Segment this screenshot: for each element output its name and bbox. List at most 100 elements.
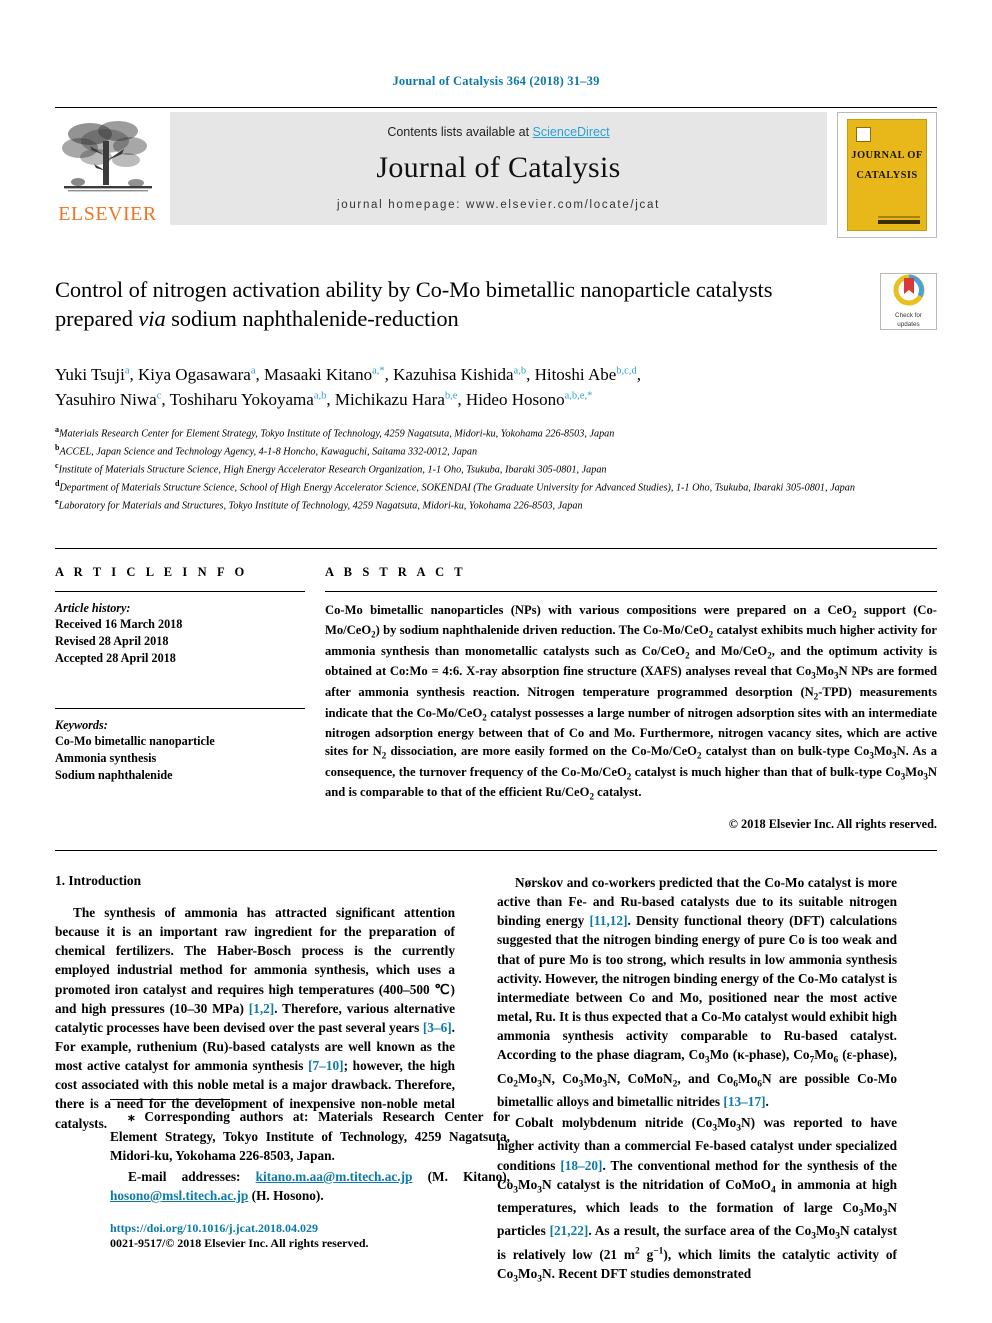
author-entry[interactable]: Yasuhiro Niwac — [55, 390, 161, 409]
author-affil-marks: a,b,e,* — [564, 389, 593, 401]
author-affil-marks: c — [156, 389, 162, 401]
journal-title: Journal of Catalysis — [376, 151, 621, 184]
citation-link[interactable]: [13–17] — [723, 1094, 765, 1109]
corresponding-marker: ⁎ — [128, 1109, 135, 1125]
doi-link[interactable]: https://doi.org/10.1016/j.jcat.2018.04.0… — [110, 1221, 510, 1236]
affiliation-text: Materials Research Center for Element St… — [59, 428, 615, 440]
journal-banner: Contents lists available at ScienceDirec… — [170, 112, 827, 225]
contents-prefix: Contents lists available at — [387, 125, 533, 139]
article-history-label: Article history: — [55, 600, 131, 615]
doi-block: https://doi.org/10.1016/j.jcat.2018.04.0… — [110, 1221, 510, 1251]
author-name: Hideo Hosono — [465, 389, 565, 409]
author-name: Yuki Tsuji — [55, 365, 125, 384]
crossmark-icon — [893, 274, 924, 306]
author-name: Masaaki Kitano — [263, 365, 373, 384]
citation-link[interactable]: [3–6] — [423, 1020, 452, 1035]
author-affil-marks: b,c,d — [616, 365, 637, 377]
author-name: Kazuhisa Kishida — [393, 365, 514, 384]
affiliation-list: aMaterials Research Center for Element S… — [55, 424, 935, 513]
citation-link[interactable]: [21,22] — [550, 1223, 589, 1238]
title-area: Control of nitrogen activation ability b… — [55, 273, 937, 345]
affiliation-item: aMaterials Research Center for Element S… — [55, 424, 935, 442]
right-paragraph-2: Cobalt molybdenum nitride (Co3Mo3N) was … — [497, 1115, 898, 1285]
keyword-item: Sodium naphthalenide — [55, 768, 173, 783]
cover-footer-marks — [878, 216, 920, 224]
email-note: E-mail addresses: kitano.m.aa@m.titech.a… — [110, 1167, 510, 1205]
cover-title-line1: JOURNAL OF — [851, 150, 923, 161]
crossmark-label-line1: Check for — [895, 312, 922, 319]
author-name: Michikazu Hara — [334, 389, 445, 409]
section-heading-introduction: 1. Introduction — [55, 873, 142, 889]
title-part-2: sodium naphthalenide-reduction — [165, 306, 459, 332]
title-italic-via: via — [138, 306, 166, 332]
journal-homepage[interactable]: journal homepage: www.elsevier.com/locat… — [170, 199, 827, 211]
author-name: Toshiharu Yokoyama — [169, 389, 314, 409]
article-info-heading: A R T I C L E I N F O — [55, 564, 248, 579]
email-link-hosono[interactable]: hosono@msl.titech.ac.jp — [110, 1188, 248, 1203]
affiliation-text: Institute of Materials Structure Science… — [58, 464, 607, 476]
article-history-revised: Revised 28 April 2018 — [55, 634, 169, 649]
abstract-heading: A B S T R A C T — [325, 564, 467, 579]
citation-link[interactable]: [11,12] — [589, 913, 627, 928]
cover-title-line2: CATALYSIS — [856, 170, 918, 182]
author-entry[interactable]: Hitoshi Abeb,c,d — [535, 365, 637, 384]
abstract-text: Co-Mo bimetallic nanoparticles (NPs) wit… — [325, 602, 938, 802]
body-columns: 1. Introduction The synthesis of ammonia… — [55, 873, 937, 1289]
email-owner-hosono: (H. Hosono). — [248, 1188, 324, 1204]
author-affil-marks: a,b — [513, 365, 527, 377]
affiliation-text: Department of Materials Structure Scienc… — [59, 482, 855, 494]
email-owner-kitano: (M. Kitano), — [412, 1168, 510, 1184]
affiliation-item: eLaboratory for Materials and Structures… — [55, 496, 935, 514]
issn-copyright: 0021-9517/© 2018 Elsevier Inc. All right… — [110, 1236, 369, 1251]
affiliation-item: dDepartment of Materials Structure Scien… — [55, 478, 935, 496]
sciencedirect-link[interactable]: ScienceDirect — [533, 125, 610, 139]
contents-available-line: Contents lists available at ScienceDirec… — [170, 112, 827, 139]
author-entry[interactable]: Kazuhisa Kishidaa,b — [393, 365, 526, 384]
author-entry[interactable]: Toshiharu Yokoyamaa,b — [170, 390, 327, 409]
author-affil-marks: a,* — [372, 365, 385, 377]
article-info-rule — [55, 590, 305, 592]
author-affil-marks: a,b — [313, 389, 327, 401]
author-entry[interactable]: Kiya Ogasawaraa — [138, 365, 255, 384]
body-separator-rule — [55, 850, 937, 852]
email-link-kitano[interactable]: kitano.m.aa@m.titech.ac.jp — [256, 1169, 413, 1184]
paper-page: Journal of Catalysis 364 (2018) 31–39 EL… — [0, 0, 992, 1323]
abstract-rule — [325, 590, 937, 592]
journal-masthead: ELSEVIER Contents lists available at Sci… — [55, 107, 937, 238]
affiliation-text: ACCEL, Japan Science and Technology Agen… — [59, 446, 478, 458]
keywords-label: Keywords: — [55, 717, 108, 732]
info-abstract-section: A R T I C L E I N F O Article history: R… — [55, 547, 938, 832]
keyword-item: Co-Mo bimetallic nanoparticle — [55, 733, 215, 748]
affiliation-item: cInstitute of Materials Structure Scienc… — [55, 460, 935, 478]
author-entry[interactable]: Masaaki Kitanoa,* — [264, 365, 385, 384]
journal-cover-thumbnail[interactable]: JOURNAL OF CATALYSIS — [837, 112, 937, 238]
affiliation-item: bACCEL, Japan Science and Technology Age… — [55, 442, 935, 460]
footnote-block: ⁎ Corresponding authors at: Materials Re… — [110, 1099, 510, 1251]
author-affil-marks: a — [124, 365, 130, 377]
author-affil-marks: b,e — [444, 389, 458, 401]
crossmark-badge[interactable]: Check for updates — [880, 273, 937, 330]
intro-paragraph-1: The synthesis of ammonia has attracted s… — [55, 905, 455, 1131]
body-column-left: 1. Introduction The synthesis of ammonia… — [55, 873, 510, 1289]
keywords-rule — [55, 707, 305, 709]
citation-link[interactable]: [7–10] — [308, 1058, 343, 1073]
citation-link[interactable]: [1,2] — [249, 1001, 274, 1016]
article-info-column: A R T I C L E I N F O Article history: R… — [55, 565, 325, 832]
keyword-item: Ammonia synthesis — [55, 751, 157, 766]
running-head: Journal of Catalysis 364 (2018) 31–39 — [392, 74, 600, 88]
elsevier-tree-icon — [61, 121, 152, 192]
author-entry[interactable]: Michikazu Harab,e — [335, 390, 458, 409]
footnote-rule — [110, 1099, 230, 1101]
elsevier-mini-logo-icon — [856, 127, 871, 142]
author-entry[interactable]: Hideo Hosonoa,b,e,* — [466, 390, 592, 409]
affiliation-text: Laboratory for Materials and Structures,… — [58, 500, 583, 512]
body-column-right: Nørskov and co-workers predicted that th… — [497, 873, 897, 1289]
keywords-block: Keywords: Co-Mo bimetallic nanoparticle … — [55, 707, 305, 785]
elsevier-wordmark: ELSEVIER — [58, 203, 157, 225]
crossmark-label-line2: updates — [897, 320, 920, 328]
citation-link[interactable]: [18–20] — [560, 1158, 602, 1173]
author-entry[interactable]: Yuki Tsujia — [55, 365, 130, 384]
right-paragraph-1: Nørskov and co-workers predicted that th… — [497, 875, 897, 1109]
abstract-copyright: © 2018 Elsevier Inc. All rights reserved… — [728, 817, 937, 832]
author-name: Yasuhiro Niwa — [55, 389, 157, 409]
